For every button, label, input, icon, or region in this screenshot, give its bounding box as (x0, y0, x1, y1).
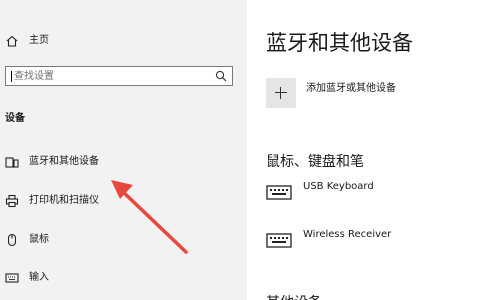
sidebar-item-typing[interactable]: 输入 (0, 267, 247, 293)
section-title-input-devices: 鼠标、键盘和笔 (266, 154, 364, 170)
bluetooth-devices-icon (5, 157, 19, 168)
sidebar-item-label: 打印机和扫描仪 (29, 195, 99, 206)
plus-icon (275, 92, 287, 93)
section-title-devices: 设备 (5, 113, 25, 124)
device-item[interactable]: USB Keyboard (266, 180, 476, 214)
printer-icon (5, 194, 19, 208)
sidebar-item-label: 蓝牙和其他设备 (29, 156, 99, 167)
search-input[interactable] (14, 67, 204, 85)
device-name: USB Keyboard (303, 181, 374, 192)
sidebar-item-label: 鼠标 (29, 234, 49, 245)
section-title-other-devices: 其他设备 (266, 292, 322, 300)
search-icon[interactable] (215, 70, 227, 82)
device-item[interactable]: Wireless Receiver (266, 228, 476, 262)
nav-home-label: 主页 (29, 35, 49, 46)
sidebar-item-label: 输入 (29, 272, 49, 283)
add-device-button[interactable] (266, 78, 296, 108)
add-device-label[interactable]: 添加蓝牙或其他设备 (306, 79, 396, 94)
mouse-icon (7, 233, 17, 247)
nav-home[interactable]: 主页 (0, 30, 247, 56)
keyboard-icon (5, 273, 19, 283)
sidebar-item-bluetooth[interactable]: 蓝牙和其他设备 (0, 151, 247, 177)
home-icon (6, 35, 18, 47)
search-settings-field[interactable] (5, 66, 233, 86)
plus-icon-stroke (280, 87, 281, 99)
keyboard-icon (266, 233, 292, 248)
keyboard-icon (266, 185, 292, 200)
sidebar-item-mouse[interactable]: 鼠标 (0, 229, 247, 255)
sidebar-item-printers[interactable]: 打印机和扫描仪 (0, 190, 247, 216)
text-caret (11, 71, 12, 82)
page-title: 蓝牙和其他设备 (266, 31, 413, 55)
settings-sidebar: 主页 设备 蓝牙和其他设备 打印机和扫描仪 鼠标 (0, 0, 247, 300)
main-content: 蓝牙和其他设备 添加蓝牙或其他设备 鼠标、键盘和笔 USB Keyboard W… (247, 0, 480, 300)
device-name: Wireless Receiver (303, 229, 392, 240)
